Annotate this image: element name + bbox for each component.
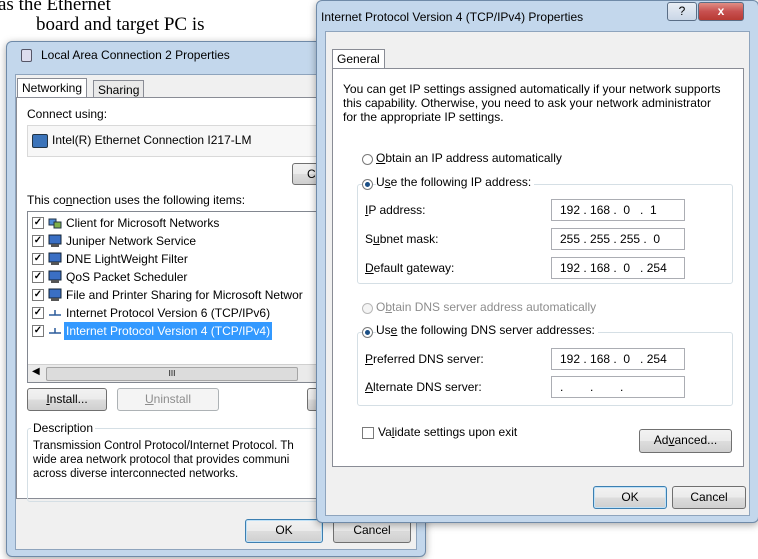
default-gateway-label: Default gateway: [365,261,455,275]
validate-checkbox[interactable] [362,427,374,439]
adapter-icon [32,134,48,148]
use-following-ip-radio[interactable] [362,179,373,190]
network-client-icon [48,216,62,230]
ipv4-ok-button[interactable]: OK [593,486,667,509]
use-following-dns-radio[interactable] [362,327,373,338]
ipv4-title-bar[interactable]: Internet Protocol Version 4 (TCP/IPv4) P… [317,1,758,27]
network-service-icon [48,270,62,284]
preferred-dns-field[interactable]: 192 . 168 . 0 . 254 [551,348,685,370]
item-checkbox[interactable]: ✓ [32,289,44,301]
ipv4-client-area: General You can get IP settings assigned… [325,31,750,516]
description-line-1: Transmission Control Protocol/Internet P… [33,440,294,452]
default-gateway-field[interactable]: 192 . 168 . 0 . 254 [551,257,685,279]
ip-address-label: IP address: [365,203,426,217]
tab-sharing[interactable]: Sharing [93,80,145,98]
scroll-left-icon[interactable]: ◀ [32,366,40,377]
item-label: File and Printer Sharing for Microsoft N… [66,288,303,302]
uninstall-button[interactable]: Uninstall [117,388,219,411]
item-checkbox[interactable]: ✓ [32,325,44,337]
scrollbar-thumb[interactable]: III [46,367,298,381]
advanced-button[interactable]: Advanced... [639,429,732,453]
item-checkbox[interactable]: ✓ [32,307,44,319]
ipv4-cancel-button[interactable]: Cancel [672,486,746,509]
item-label: Juniper Network Service [66,234,197,248]
obtain-dns-auto-radio[interactable] [362,303,373,314]
validate-label[interactable]: Validate settings upon exit [378,425,517,439]
intro-line-1: You can get IP settings assigned automat… [343,82,721,96]
item-label: QoS Packet Scheduler [66,270,188,284]
tab-general[interactable]: General [332,49,385,69]
network-service-icon [48,288,62,302]
lac-ok-button[interactable]: OK [245,519,323,543]
alternate-dns-field[interactable]: . . . [551,376,685,398]
item-checkbox[interactable]: ✓ [32,217,44,229]
background-text-line-2: board and target PC is [36,14,205,35]
adapter-name: Intel(R) Ethernet Connection I217-LM [52,133,252,147]
use-following-ip-label[interactable]: Use the following IP address: [376,175,535,189]
network-service-icon [48,252,62,266]
item-label: Client for Microsoft Networks [66,216,220,230]
description-title: Description [31,421,96,435]
obtain-ip-auto-radio[interactable] [362,154,373,165]
protocol-icon [48,306,62,320]
lac-title: Local Area Connection 2 Properties [41,48,230,62]
item-label: DNE LightWeight Filter [66,252,188,266]
network-adapter-icon [21,49,32,62]
ipv4-properties-window: Internet Protocol Version 4 (TCP/IPv4) P… [316,0,758,523]
help-button[interactable]: ? [667,2,697,21]
subnet-mask-field[interactable]: 255 . 255 . 255 . 0 [551,228,685,250]
item-checkbox[interactable]: ✓ [32,235,44,247]
general-panel: You can get IP settings assigned automat… [332,68,744,467]
protocol-icon [48,324,62,338]
subnet-mask-label: Subnet mask: [365,232,439,246]
connect-using-label: Connect using: [27,107,108,121]
item-checkbox[interactable]: ✓ [32,253,44,265]
description-line-2: wide area network protocol that provides… [33,454,290,466]
intro-line-3: for the appropriate IP settings. [343,110,504,124]
alternate-dns-label: Alternate DNS server: [365,380,482,394]
item-checkbox[interactable]: ✓ [32,271,44,283]
item-label: Internet Protocol Version 6 (TCP/IPv6) [66,306,271,320]
use-following-dns-label[interactable]: Use the following DNS server addresses: [376,323,598,337]
items-label: This connection uses the following items… [27,193,246,207]
description-line-3: across diverse interconnected networks. [33,468,239,480]
item-label: Internet Protocol Version 4 (TCP/IPv4) [64,322,273,340]
obtain-dns-auto-label[interactable]: Obtain DNS server address automatically [376,300,596,314]
obtain-ip-auto-label[interactable]: Obtain an IP address automatically [376,151,562,165]
ipv4-title: Internet Protocol Version 4 (TCP/IPv4) P… [321,10,584,24]
close-button[interactable]: x [698,2,744,21]
intro-line-2: this capability. Otherwise, you need to … [343,96,711,110]
network-service-icon [48,234,62,248]
install-button[interactable]: Install... [27,388,107,411]
tab-networking[interactable]: Networking [17,78,88,98]
preferred-dns-label: Preferred DNS server: [365,352,484,366]
ip-address-field[interactable]: 192 . 168 . 0 . 1 [551,199,685,221]
